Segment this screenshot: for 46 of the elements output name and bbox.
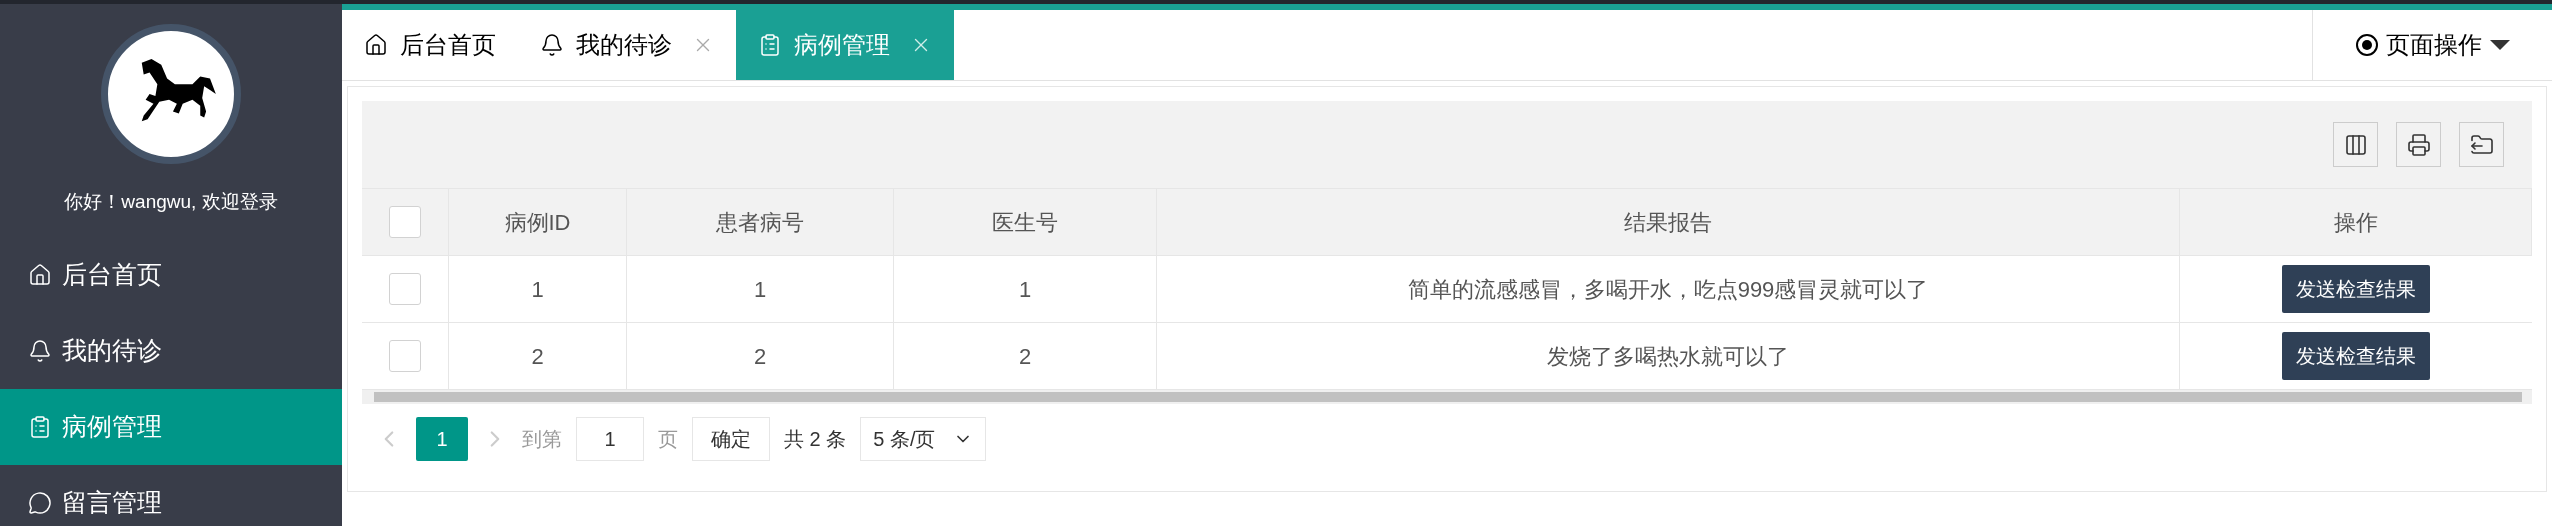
page-actions-button[interactable]: 页面操作	[2312, 10, 2552, 80]
table-cell-text: 2	[753, 342, 767, 371]
page-input[interactable]: 1	[576, 417, 644, 461]
page-button[interactable]: 1	[416, 417, 468, 461]
checkbox[interactable]	[389, 340, 421, 372]
radio-icon	[2355, 34, 2378, 56]
table-cell-text: 发烧了多喝热水就可以了	[1547, 342, 1789, 371]
total-count: 共 2 条	[784, 427, 847, 452]
tab-icon	[758, 33, 782, 57]
table-cell-text: 1	[753, 275, 767, 304]
columns-icon[interactable]	[2333, 122, 2378, 167]
checkbox[interactable]	[389, 206, 421, 238]
sidebar-item[interactable]: 病例管理	[0, 388, 342, 465]
table-cell-text: 简单的流感感冒，多喝开水，吃点999感冒灵就可以了	[1407, 275, 1929, 304]
page-suffix: 页	[658, 427, 678, 452]
dropdown-caret-icon	[2489, 40, 2510, 50]
menu-icon	[28, 338, 52, 363]
horizontal-scrollbar[interactable]	[362, 390, 2532, 404]
tab-icon	[540, 33, 564, 57]
print-icon[interactable]	[2396, 122, 2441, 167]
table-cell-text: 2	[531, 342, 544, 371]
table-cell-text: 1	[1018, 275, 1032, 304]
column-header: 结果报告	[1624, 208, 1712, 237]
greeting-text: 你好！wangwu, 欢迎登录	[63, 190, 279, 214]
menu-icon	[28, 262, 52, 287]
menu-icon	[28, 490, 52, 515]
table-cell-text: 1	[531, 275, 544, 304]
sidebar-item[interactable]: 留言管理	[0, 464, 342, 526]
tab[interactable]: 后台首页	[342, 10, 518, 80]
send-results-button[interactable]: 发送检查结果	[2282, 332, 2430, 380]
column-header: 操作	[2333, 208, 2378, 237]
column-header: 患者病号	[716, 208, 804, 237]
tab[interactable]: 我的待诊	[518, 10, 736, 80]
checkbox[interactable]	[389, 273, 421, 305]
table-cell-text: 2	[1018, 342, 1032, 371]
tab-icon	[364, 33, 388, 57]
confirm-button[interactable]: 确定	[692, 417, 770, 461]
column-header: 病例ID	[504, 208, 571, 237]
sidebar-item[interactable]: 我的待诊	[0, 312, 342, 389]
sidebar-item[interactable]: 后台首页	[0, 236, 342, 313]
send-results-button[interactable]: 发送检查结果	[2282, 265, 2430, 313]
goto-label: 到第	[522, 427, 562, 452]
column-header: 医生号	[992, 208, 1058, 237]
export-icon[interactable]	[2459, 122, 2504, 167]
menu-icon	[28, 414, 52, 439]
page-size-select[interactable]: 5 条/页	[860, 417, 987, 461]
